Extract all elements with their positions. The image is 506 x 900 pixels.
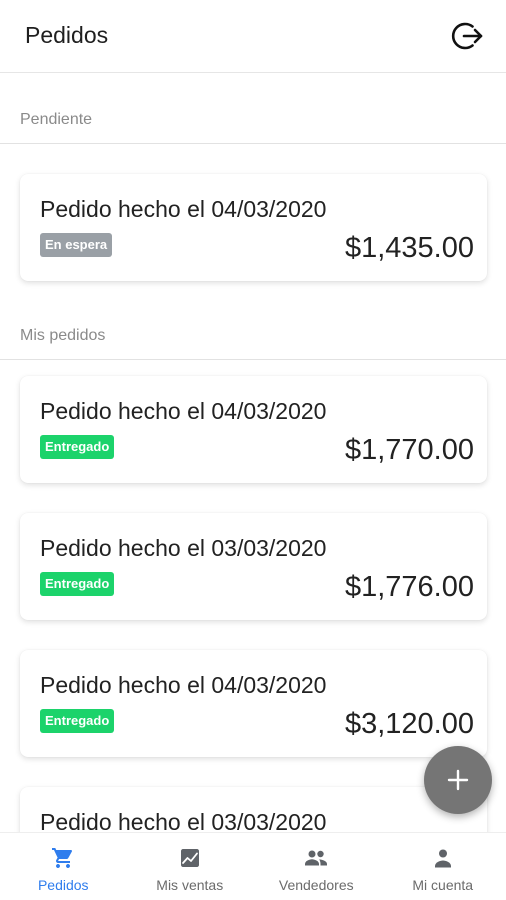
section-header-my-orders: Mis pedidos <box>0 290 506 360</box>
order-card[interactable]: Pedido hecho el 04/03/2020 En espera $1,… <box>20 174 487 281</box>
status-badge: Entregado <box>40 435 115 459</box>
plus-icon <box>447 769 469 791</box>
section-label: Mis pedidos <box>20 327 106 344</box>
order-amount: $1,435.00 <box>344 232 474 264</box>
bottom-navigation: Pedidos Mis ventas Vendedores Mi cuenta <box>0 832 506 900</box>
order-card[interactable]: Pedido hecho el 04/03/2020 Entregado $3,… <box>20 650 487 757</box>
logout-icon <box>451 22 483 50</box>
order-amount: $1,776.00 <box>344 571 474 603</box>
order-title: Pedido hecho el 04/03/2020 <box>40 196 327 222</box>
orders-list[interactable]: Pendiente Pedido hecho el 04/03/2020 En … <box>0 74 506 832</box>
order-card[interactable]: Pedido hecho el 03/03/2020 Entregado $1,… <box>20 513 487 620</box>
order-title: Pedido hecho el 04/03/2020 <box>40 672 327 698</box>
person-icon <box>430 845 456 871</box>
order-card[interactable]: Pedido hecho el 04/03/2020 Entregado $1,… <box>20 376 487 483</box>
top-app-bar: Pedidos <box>0 0 506 73</box>
section-header-pending: Pendiente <box>0 74 506 144</box>
order-amount: $1,770.00 <box>344 434 474 466</box>
nav-label: Mi cuenta <box>412 877 474 893</box>
section-label: Pendiente <box>20 111 93 128</box>
people-icon <box>303 845 329 871</box>
order-amount: $3,120.00 <box>344 708 474 740</box>
status-badge: Entregado <box>40 709 115 733</box>
nav-label: Pedidos <box>37 877 89 893</box>
nav-label: Vendedores <box>278 877 354 893</box>
logout-button[interactable] <box>450 18 486 54</box>
nav-item-vendedores[interactable]: Vendedores <box>253 833 380 900</box>
nav-item-mi-cuenta[interactable]: Mi cuenta <box>380 833 506 900</box>
add-order-button[interactable] <box>424 746 492 814</box>
order-card[interactable]: Pedido hecho el 03/03/2020 <box>20 787 487 832</box>
app-screen: Pedidos Pendiente Pedido hecho el 04/03/… <box>0 0 506 900</box>
status-badge: En espera <box>40 233 113 257</box>
order-title: Pedido hecho el 03/03/2020 <box>40 809 327 832</box>
nav-item-mis-ventas[interactable]: Mis ventas <box>127 833 254 900</box>
nav-label: Mis ventas <box>156 877 224 893</box>
nav-item-pedidos[interactable]: Pedidos <box>0 833 127 900</box>
cart-icon <box>50 845 76 871</box>
chart-icon <box>177 845 203 871</box>
order-title: Pedido hecho el 04/03/2020 <box>40 398 327 424</box>
status-badge: Entregado <box>40 572 115 596</box>
order-title: Pedido hecho el 03/03/2020 <box>40 535 327 561</box>
page-title: Pedidos <box>25 22 109 48</box>
